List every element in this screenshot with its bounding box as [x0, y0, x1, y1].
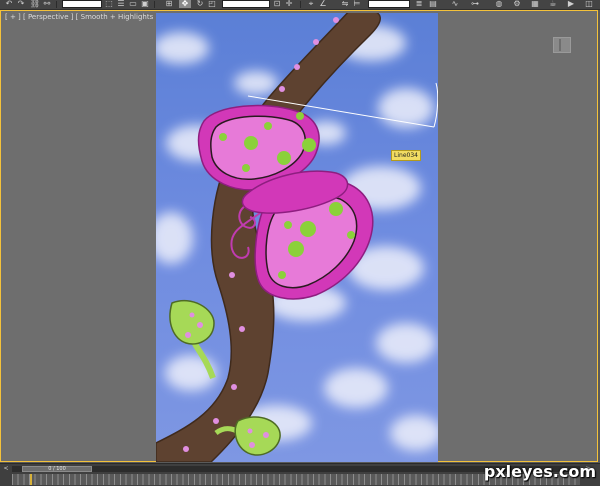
- redo-icon[interactable]: ↷: [16, 0, 26, 8]
- selection-filter-dropdown[interactable]: [62, 0, 102, 8]
- window-icon[interactable]: ▣: [140, 0, 150, 8]
- angle-snap-icon[interactable]: ∠: [318, 0, 328, 8]
- scale-icon[interactable]: ◰: [207, 0, 217, 8]
- ribbon-icon[interactable]: ▤: [428, 0, 438, 8]
- undo-icon[interactable]: ↶: [4, 0, 14, 8]
- snap-icon[interactable]: ⌖: [306, 0, 316, 8]
- select-icon[interactable]: ⬚: [104, 0, 114, 8]
- toolbar-separator: [154, 1, 155, 8]
- mirror-icon[interactable]: ⇋: [340, 0, 350, 8]
- select-move-icon[interactable]: ✛: [284, 0, 294, 8]
- toolbar-separator: [56, 1, 57, 8]
- unlink-icon[interactable]: ⚯: [42, 0, 52, 8]
- render-frame-icon[interactable]: ▦: [530, 0, 540, 8]
- current-frame-marker: [30, 474, 32, 485]
- layers-icon[interactable]: ≣: [414, 0, 424, 8]
- render-production-icon[interactable]: ◫: [584, 0, 594, 8]
- reference-coord-dropdown[interactable]: [222, 0, 270, 8]
- rect-region-icon[interactable]: ▭: [128, 0, 138, 8]
- render-icon[interactable]: ☕: [548, 0, 558, 8]
- watermark: pxleyes.com: [483, 462, 596, 481]
- viewport-label[interactable]: [ + ] [ Perspective ] [ Smooth + Highlig…: [5, 13, 158, 21]
- toolbar-separator: [300, 1, 301, 8]
- material-icon[interactable]: ◍: [494, 0, 504, 8]
- align-icon[interactable]: ⊨: [352, 0, 362, 8]
- named-selection-dropdown[interactable]: [368, 0, 410, 8]
- render-setup-icon[interactable]: ⚙: [512, 0, 522, 8]
- leaf-lower: [234, 416, 281, 456]
- rotate-icon[interactable]: ↻: [195, 0, 205, 8]
- select-manipulate-icon[interactable]: ⊞: [164, 0, 174, 8]
- main-toolbar: ↶ ↷ ⛓ ⚯ ⬚ ☰ ▭ ▣ ⊞ ✥ ↻ ◰ ⊡ ✛ ⌖ ∠ ⇋ ⊨ ≣ ▤ …: [0, 0, 600, 10]
- curve-icon[interactable]: ∿: [450, 0, 460, 8]
- safe-frame-render: [156, 13, 438, 462]
- quick-render-icon[interactable]: ▶: [566, 0, 576, 8]
- select-by-name-icon[interactable]: ☰: [116, 0, 126, 8]
- viewcube-icon[interactable]: [553, 37, 571, 53]
- move-icon[interactable]: ✥: [179, 0, 191, 8]
- pivot-icon[interactable]: ⊡: [272, 0, 282, 8]
- scene-svg: [156, 13, 438, 462]
- schematic-icon[interactable]: ⊶: [470, 0, 480, 8]
- link-icon[interactable]: ⛓: [30, 0, 40, 8]
- object-name-tag[interactable]: Line034: [391, 150, 421, 161]
- prev-frame-button[interactable]: <: [2, 466, 10, 472]
- time-slider[interactable]: 0 / 100: [22, 466, 92, 472]
